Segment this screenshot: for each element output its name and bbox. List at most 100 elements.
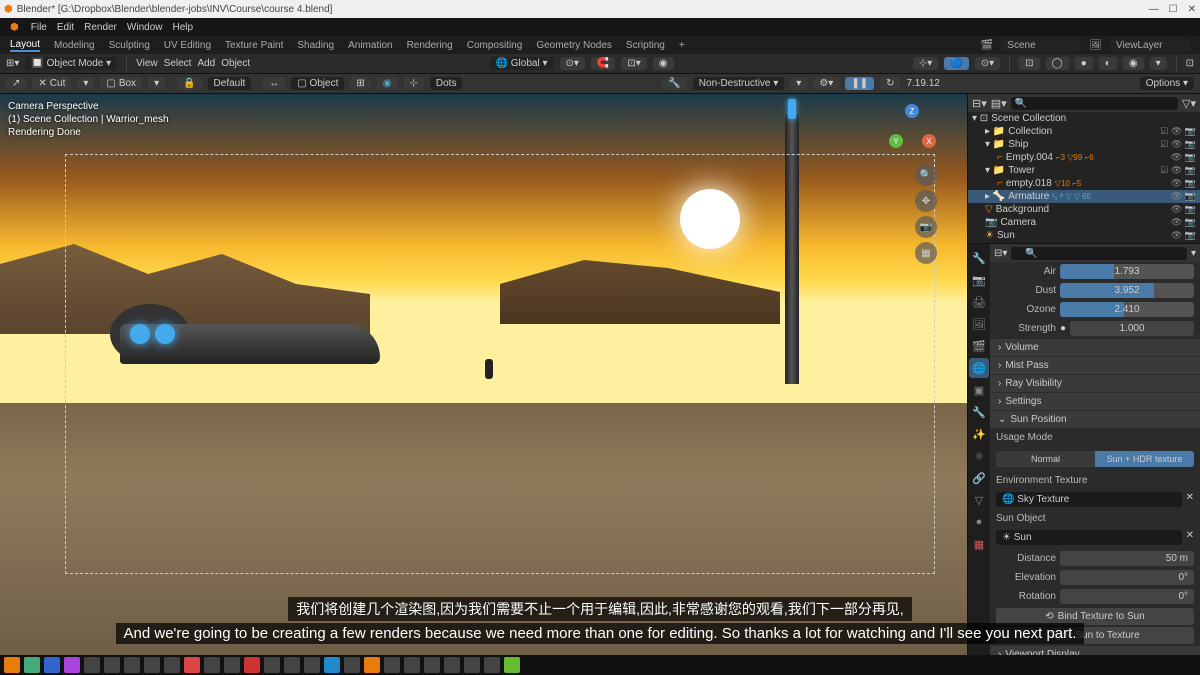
- mode-selector[interactable]: 🔲 Object Mode ▾: [25, 57, 117, 70]
- task-app-icon[interactable]: [224, 657, 240, 673]
- viewlayer-selector[interactable]: ViewLayer: [1110, 39, 1190, 52]
- panel-sunpos[interactable]: Sun Position: [990, 411, 1200, 428]
- tab-uv[interactable]: UV Editing: [164, 40, 211, 51]
- tab-sculpting[interactable]: Sculpting: [109, 40, 150, 51]
- sync-sun-button[interactable]: Sync Sun to Texture: [996, 627, 1194, 644]
- task-app-icon[interactable]: [304, 657, 320, 673]
- snap-selector[interactable]: ⊡▾: [621, 57, 646, 70]
- strength-value[interactable]: 1.000: [1070, 321, 1194, 336]
- rotation-value[interactable]: 0°: [1060, 589, 1194, 604]
- tree-sun[interactable]: ☀Sun 👁 📷: [968, 229, 1200, 242]
- menu-window[interactable]: Window: [127, 22, 163, 33]
- panel-volume[interactable]: Volume: [990, 339, 1200, 356]
- tab-shading[interactable]: Shading: [297, 40, 334, 51]
- task-app-icon[interactable]: [64, 657, 80, 673]
- box-tool[interactable]: ▢ Box: [100, 77, 142, 90]
- tab-geometry[interactable]: Geometry Nodes: [536, 40, 612, 51]
- tree-armature[interactable]: ▸ 🦴Armature ᵗ₆ ᴬ ▽ ▽ 65 👁 📷: [968, 190, 1200, 203]
- nondestructive-mode[interactable]: Non-Destructive ▾: [693, 77, 785, 90]
- shading-wireframe[interactable]: ◯: [1046, 57, 1069, 70]
- props-type-icon[interactable]: ⊟▾: [994, 248, 1007, 259]
- task-app-icon[interactable]: [364, 657, 380, 673]
- display-mode[interactable]: Dots: [430, 77, 463, 90]
- env-tex-field[interactable]: 🌐 Sky Texture: [996, 492, 1182, 507]
- usage-mode-hdr[interactable]: Sun + HDR texture: [1095, 451, 1194, 467]
- task-app-icon[interactable]: [484, 657, 500, 673]
- tab-compositing[interactable]: Compositing: [467, 40, 523, 51]
- prop-tab-particle[interactable]: ✨: [969, 424, 989, 444]
- menu-render[interactable]: Render: [84, 22, 117, 33]
- outliner-search[interactable]: [1011, 97, 1178, 110]
- overlay-toggle[interactable]: 🔵: [944, 57, 968, 70]
- task-app-icon[interactable]: [244, 657, 260, 673]
- axis-z-icon[interactable]: Z: [905, 104, 919, 118]
- task-app-icon[interactable]: [404, 657, 420, 673]
- prop-tab-data[interactable]: ▽: [969, 490, 989, 510]
- blender-icon[interactable]: ⬢: [10, 22, 19, 33]
- props-options-icon[interactable]: ▾: [1191, 248, 1196, 259]
- add-workspace-button[interactable]: +: [679, 40, 685, 51]
- task-app-icon[interactable]: [324, 657, 340, 673]
- task-app-icon[interactable]: [84, 657, 100, 673]
- settings-dropdown[interactable]: ▾: [790, 77, 807, 90]
- tree-tower[interactable]: ▾ 📁Tower ☑ 👁 📷: [968, 164, 1200, 177]
- panel-ray[interactable]: Ray Visibility: [990, 375, 1200, 392]
- task-app-icon[interactable]: [464, 657, 480, 673]
- prop-tab-world[interactable]: 🌐: [969, 358, 989, 378]
- task-app-icon[interactable]: [384, 657, 400, 673]
- snap-icon[interactable]: ◉: [377, 77, 398, 90]
- tree-root[interactable]: ▾ ⊡Scene Collection: [968, 112, 1200, 125]
- navigation-gizmo[interactable]: Z Y X: [887, 104, 937, 154]
- lock-toggle[interactable]: 🔒: [177, 77, 201, 90]
- task-app-icon[interactable]: [124, 657, 140, 673]
- snap-toggle[interactable]: 🧲: [591, 57, 615, 70]
- tree-camera[interactable]: 📷Camera 👁 📷: [968, 216, 1200, 229]
- tree-empty004[interactable]: ⌐Empty.004 ⌐3 ▽99 ⌐6 👁 📷: [968, 151, 1200, 164]
- task-app-icon[interactable]: [184, 657, 200, 673]
- prop-tab-render[interactable]: 📷: [969, 270, 989, 290]
- menu-edit[interactable]: Edit: [57, 22, 74, 33]
- proportional-edit[interactable]: ◉: [653, 57, 674, 70]
- shading-rendered[interactable]: ◉: [1123, 57, 1144, 70]
- shape-options[interactable]: ▾: [77, 77, 94, 90]
- target-object[interactable]: ▢ Object: [291, 77, 344, 90]
- options-button[interactable]: Options ▾: [1140, 77, 1194, 90]
- prop-tab-modifier[interactable]: 🔧: [969, 402, 989, 422]
- sun-obj-field[interactable]: ☀ Sun: [996, 530, 1182, 545]
- tab-layout[interactable]: Layout: [10, 39, 40, 52]
- panel-mist[interactable]: Mist Pass: [990, 357, 1200, 374]
- scene-selector[interactable]: Scene: [1001, 39, 1081, 52]
- ozone-value[interactable]: 2.410: [1060, 302, 1194, 317]
- tree-ship[interactable]: ▾ 📁Ship ☑ 👁 📷: [968, 138, 1200, 151]
- task-app-icon[interactable]: [4, 657, 20, 673]
- default-preset[interactable]: Default: [208, 77, 252, 90]
- close-button[interactable]: ✕: [1188, 4, 1196, 15]
- axis-x-icon[interactable]: X: [922, 134, 936, 148]
- task-app-icon[interactable]: [24, 657, 40, 673]
- task-app-icon[interactable]: [44, 657, 60, 673]
- prop-tab-object[interactable]: ▣: [969, 380, 989, 400]
- tab-rendering[interactable]: Rendering: [407, 40, 453, 51]
- bind-texture-button[interactable]: ⟲Bind Texture to Sun: [996, 608, 1194, 625]
- prop-tab-scene[interactable]: 🎬: [969, 336, 989, 356]
- perspective-icon[interactable]: ▦: [915, 242, 937, 264]
- env-tex-clear-icon[interactable]: ✕: [1186, 492, 1194, 507]
- menu-help[interactable]: Help: [172, 22, 193, 33]
- air-value[interactable]: 1.793: [1060, 264, 1194, 279]
- panel-settings[interactable]: Settings: [990, 393, 1200, 410]
- outliner-filter-icon[interactable]: ▽▾: [1182, 97, 1196, 110]
- overlay-options[interactable]: ⊙▾: [975, 57, 1000, 70]
- menu-file[interactable]: File: [31, 22, 47, 33]
- pivot-selector[interactable]: ⊙▾: [560, 57, 585, 70]
- distance-value[interactable]: 50 m: [1060, 551, 1194, 566]
- shading-solid[interactable]: ●: [1075, 57, 1093, 70]
- task-app-icon[interactable]: [444, 657, 460, 673]
- tab-texture[interactable]: Texture Paint: [225, 40, 283, 51]
- orientation-selector[interactable]: 🌐 Global ▾: [490, 57, 554, 70]
- props-search[interactable]: [1011, 247, 1187, 260]
- usage-mode-normal[interactable]: Normal: [996, 451, 1095, 467]
- refresh-icon[interactable]: ↻: [880, 77, 900, 90]
- task-app-icon[interactable]: [344, 657, 360, 673]
- viewlayer-icon[interactable]: 🖼: [1089, 40, 1102, 51]
- prop-tab-tool[interactable]: 🔧: [969, 248, 989, 268]
